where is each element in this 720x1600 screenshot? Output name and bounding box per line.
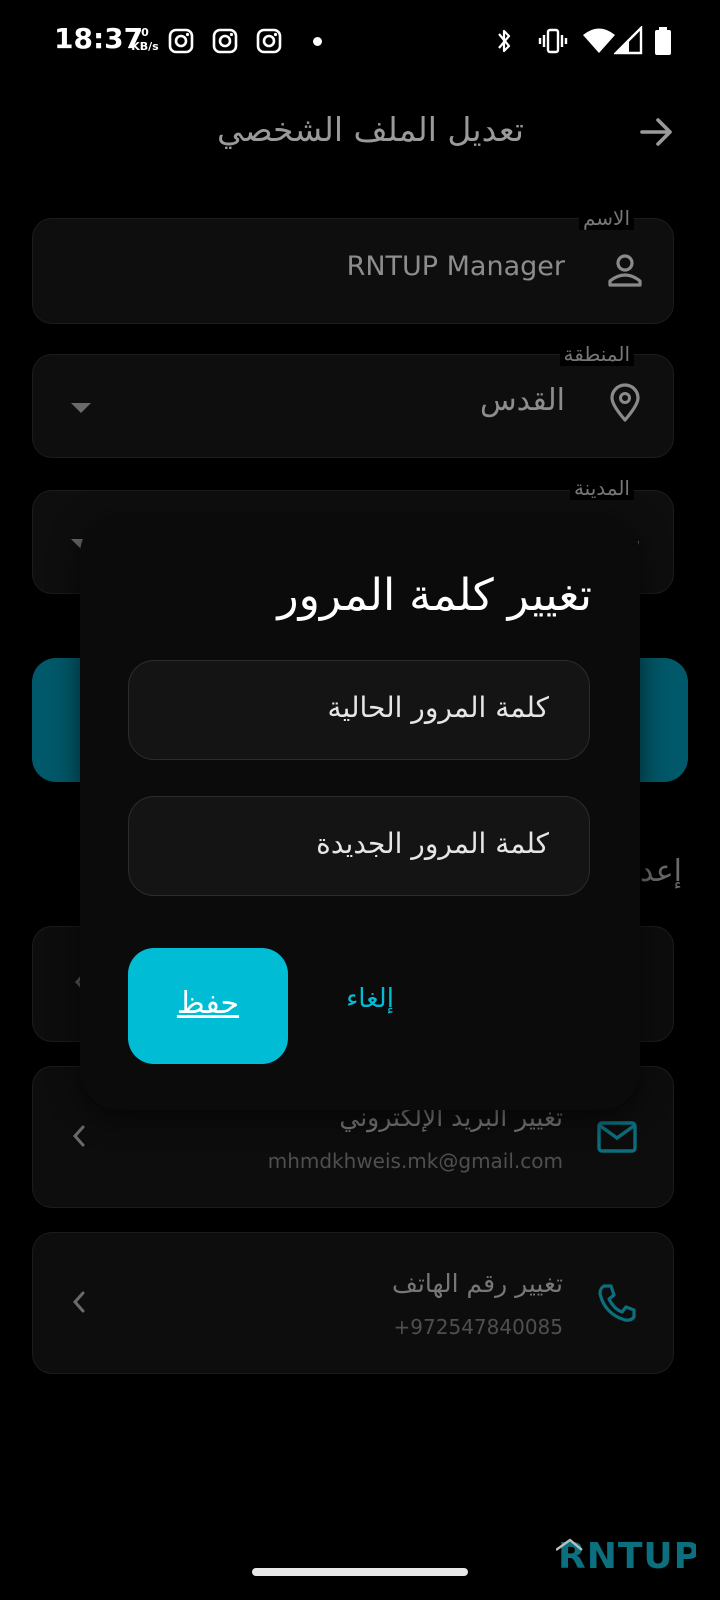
save-button[interactable]: حفظ bbox=[128, 948, 288, 1064]
save-button-label: حفظ bbox=[176, 986, 240, 1021]
network-speed-unit: KB/s bbox=[131, 40, 159, 53]
network-speed-value: 0 bbox=[141, 26, 149, 39]
settings-section-heading: إعد bbox=[640, 854, 682, 889]
region-value: القدس bbox=[479, 383, 565, 418]
change-password-dialog: تغيير كلمة المرور كلمة المرور الحالية كل… bbox=[80, 514, 640, 1110]
current-password-placeholder: كلمة المرور الحالية bbox=[327, 691, 550, 724]
vibrate-icon bbox=[538, 28, 568, 54]
region-label: المنطقة bbox=[559, 342, 634, 366]
phone-icon bbox=[598, 1284, 636, 1322]
change-phone-title: تغيير رقم الهاتف bbox=[392, 1269, 563, 1298]
network-speed: 0 KB/s bbox=[128, 26, 162, 54]
chevron-left-icon bbox=[72, 1125, 85, 1147]
dialog-title: تغيير كلمة المرور bbox=[277, 570, 592, 621]
phone-value: +972547840085 bbox=[393, 1315, 563, 1339]
instagram-icon bbox=[168, 28, 194, 54]
signal-icon bbox=[614, 26, 643, 55]
email-value: mhmdkhweis.mk@gmail.com bbox=[267, 1149, 563, 1173]
city-label: المدينة bbox=[569, 476, 634, 500]
status-bar: 18:37 0 KB/s bbox=[0, 0, 720, 84]
current-password-input[interactable]: كلمة المرور الحالية bbox=[128, 660, 590, 760]
app-header: تعديل الملف الشخصي bbox=[0, 96, 720, 166]
new-password-input[interactable]: كلمة المرور الجديدة bbox=[128, 796, 590, 896]
back-arrow-icon[interactable] bbox=[636, 112, 676, 152]
background-update-button bbox=[638, 658, 688, 782]
notification-dot bbox=[313, 37, 322, 46]
logo-text: RNTUP bbox=[558, 1536, 696, 1576]
rntup-logo: RNTUP bbox=[556, 1536, 696, 1576]
name-value: RNTUP Manager bbox=[346, 251, 565, 282]
cancel-button-label: إلغاء bbox=[346, 984, 394, 1014]
person-icon bbox=[608, 254, 642, 287]
background-update-button bbox=[32, 658, 82, 782]
name-label: الاسم bbox=[578, 206, 634, 230]
wifi-icon bbox=[583, 28, 615, 53]
instagram-icon bbox=[256, 28, 282, 54]
bluetooth-icon bbox=[498, 29, 511, 53]
location-pin-icon bbox=[610, 383, 640, 422]
page-title: تعديل الملف الشخصي bbox=[216, 110, 524, 149]
battery-icon bbox=[655, 27, 671, 55]
chevron-left-icon bbox=[72, 1291, 85, 1313]
instagram-icon bbox=[212, 28, 238, 54]
home-indicator[interactable] bbox=[252, 1568, 468, 1576]
new-password-placeholder: كلمة المرور الجديدة bbox=[316, 827, 549, 860]
name-field[interactable]: RNTUP Manager bbox=[32, 218, 674, 324]
mail-icon bbox=[597, 1121, 637, 1153]
region-dropdown-caret[interactable] bbox=[71, 403, 91, 413]
region-field[interactable]: القدس bbox=[32, 354, 674, 458]
cancel-button[interactable]: إلغاء bbox=[330, 984, 410, 1028]
change-phone-card[interactable]: تغيير رقم الهاتف +972547840085 bbox=[32, 1232, 674, 1374]
